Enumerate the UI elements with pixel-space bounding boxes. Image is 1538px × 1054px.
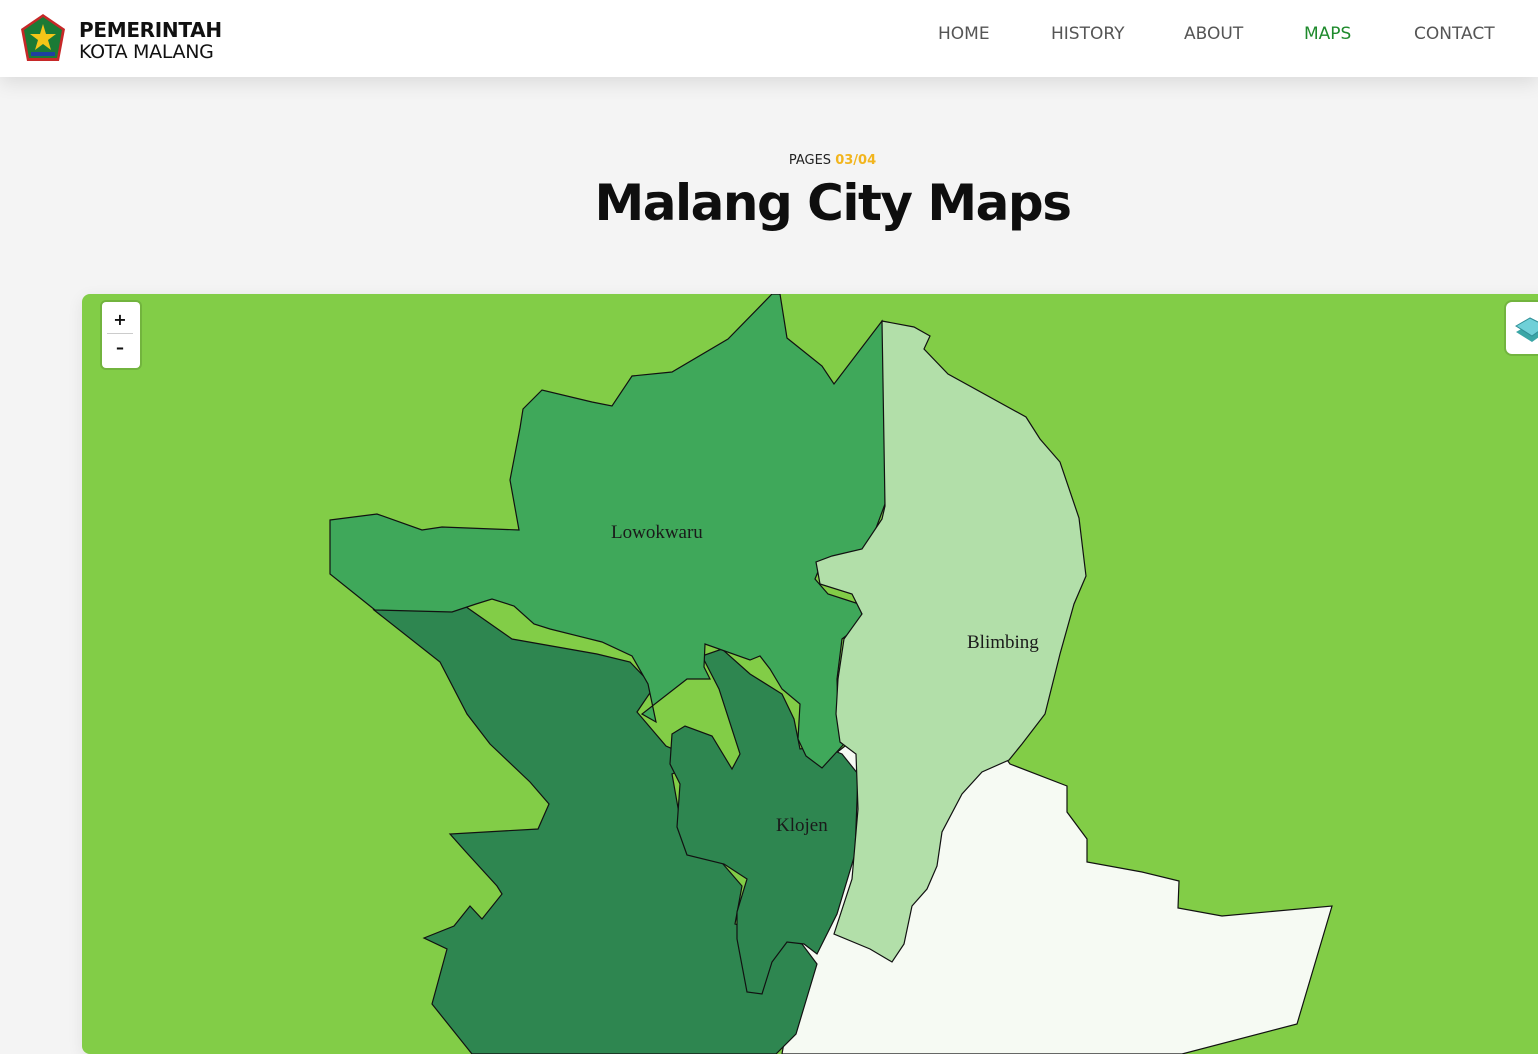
nav-maps[interactable]: MAPS xyxy=(1304,24,1351,44)
district-label-lowokwaru: Lowokwaru xyxy=(611,522,703,543)
zoom-control: + – xyxy=(102,302,140,368)
zoom-out-button[interactable]: – xyxy=(107,335,133,361)
district-map[interactable] xyxy=(82,294,1538,1054)
map-container[interactable]: Lowokwaru Blimbing Klojen + – xyxy=(82,294,1538,1054)
brand-line2: KOTA MALANG xyxy=(79,41,214,63)
nav-history[interactable]: HISTORY xyxy=(1051,24,1124,44)
nav-home[interactable]: HOME xyxy=(938,24,990,44)
pages-label: PAGES xyxy=(788,153,832,168)
layers-icon xyxy=(1515,317,1538,342)
city-emblem-logo[interactable] xyxy=(18,12,68,64)
district-label-klojen: Klojen xyxy=(776,815,828,836)
zoom-in-button[interactable]: + xyxy=(107,307,133,334)
layers-control[interactable] xyxy=(1506,302,1538,354)
brand-line1: PEMERINTAH xyxy=(79,18,222,42)
nav-contact[interactable]: CONTACT xyxy=(1414,24,1495,44)
page-counter: PAGES 03/04 xyxy=(0,153,1538,168)
page-title: Malang City Maps xyxy=(594,174,1072,232)
brand-name[interactable]: PEMERINTAH KOTA MALANG xyxy=(79,19,222,63)
pages-number: 03/04 xyxy=(835,153,877,168)
district-label-blimbing: Blimbing xyxy=(967,632,1039,653)
nav-about[interactable]: ABOUT xyxy=(1184,24,1243,44)
top-navbar: PEMERINTAH KOTA MALANG HOME HISTORY ABOU… xyxy=(0,0,1538,77)
